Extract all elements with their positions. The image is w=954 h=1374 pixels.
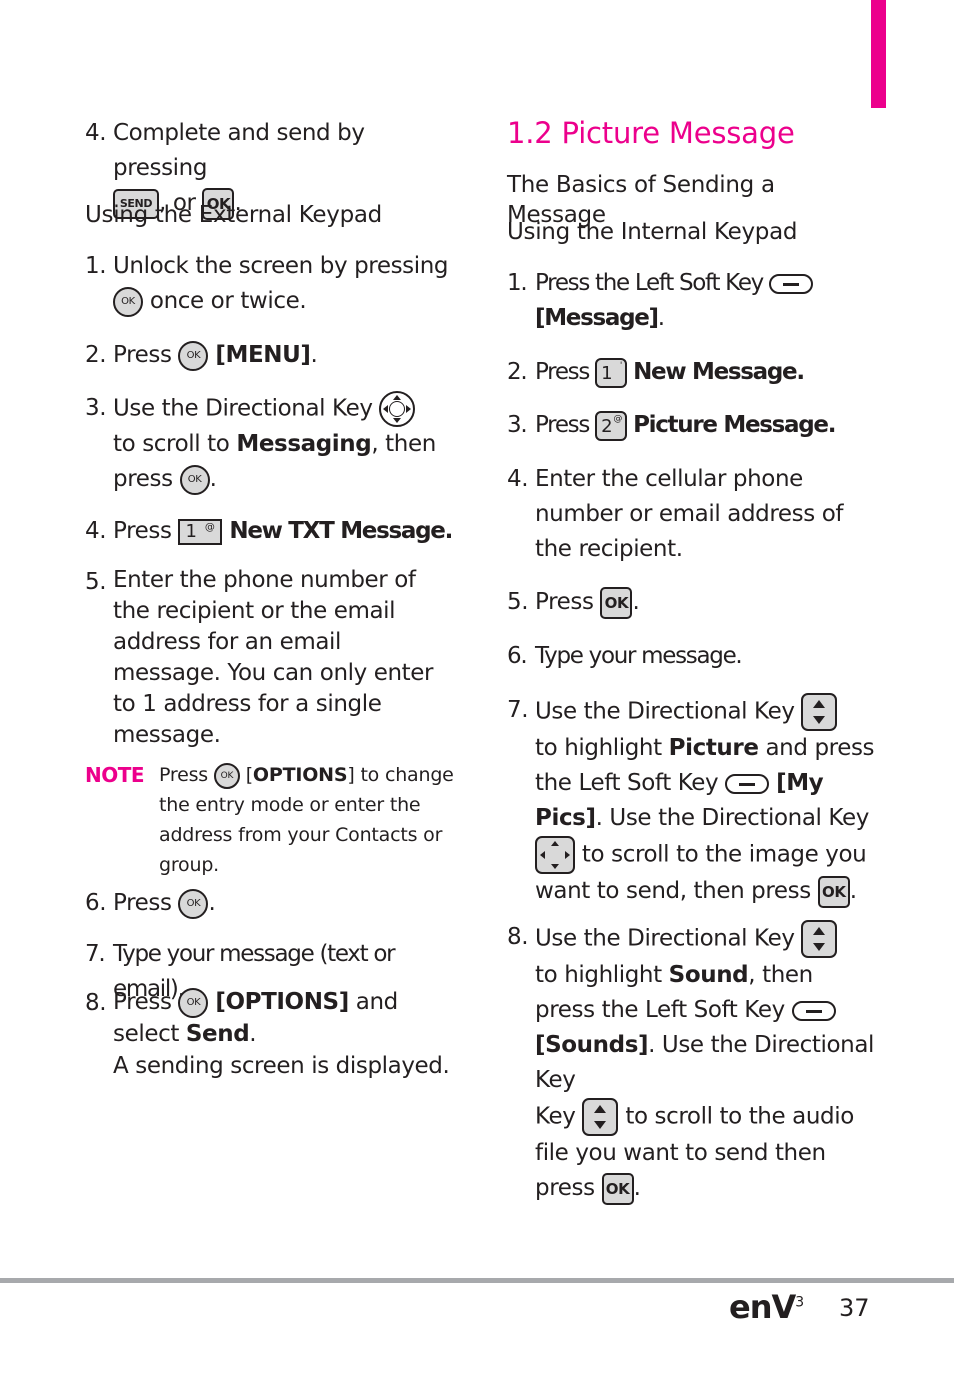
internal-step-8: 8. Use the Directional Key to highlight … <box>507 920 877 1206</box>
internal-step-4: 4. Enter the cellular phone number or em… <box>507 466 844 562</box>
up-down-key-icon <box>582 1098 619 1136</box>
external-step-1: 1. Unlock the screen by pressing OK once… <box>85 249 455 319</box>
footer-rule <box>0 1278 954 1283</box>
section-title: 1.2 Picture Message <box>507 116 795 150</box>
left-soft-key-icon <box>769 273 813 294</box>
chapter-tab-marker <box>871 0 886 108</box>
internal-step-3: 3. Press 2 @ Picture Message. <box>507 408 877 443</box>
ok-round-key-icon: OK <box>178 340 209 371</box>
ok-round-key-icon: OK <box>178 987 209 1018</box>
external-step-6: 6. Press OK. <box>85 886 455 921</box>
internal-step-6: 6. Type your message. <box>507 643 743 669</box>
internal-step-7: 7. Use the Directional Key to highlight … <box>507 693 877 909</box>
four-way-directional-key-icon <box>535 836 575 874</box>
brand-logo: enV3 <box>729 1288 804 1326</box>
ok-round-key-icon: OK <box>113 286 143 317</box>
ok-key-icon: OK <box>600 586 633 619</box>
external-step-4: 4. Press 1 @ New TXT Message. <box>85 518 453 545</box>
heading-internal-keypad: Using the Internal Keypad <box>507 219 798 245</box>
left-soft-key-icon <box>725 773 770 794</box>
external-step-3: 3. Use the Directional Key to scroll to … <box>85 391 455 497</box>
note-box: NOTE Press OK [OPTIONS] to change the en… <box>85 762 454 876</box>
ok-round-key-icon: OK <box>179 464 210 495</box>
ok-key-icon: OK <box>817 875 850 908</box>
page-number: 37 <box>839 1294 870 1322</box>
up-down-key-icon <box>801 920 838 958</box>
key-2-icon: 2 @ <box>595 410 628 441</box>
internal-step-1: 1. Press the Left Soft Key [Message]. <box>507 266 877 336</box>
key-1-icon: 1 ' <box>595 357 628 388</box>
left-soft-key-icon <box>791 1000 836 1021</box>
up-down-key-icon <box>801 693 838 731</box>
internal-step-2: 2. Press 1 ' New Message. <box>507 355 877 390</box>
external-step-5: 5. Enter the phone number of the recipie… <box>85 567 434 748</box>
ok-round-key-icon: OK <box>213 762 240 789</box>
ok-round-key-icon: OK <box>178 888 209 919</box>
internal-step-5: 5. Press OK. <box>507 585 877 620</box>
key-1-voicemail-icon: 1 @ <box>178 518 223 545</box>
heading-external-keypad: Using the External Keypad <box>85 202 382 228</box>
ok-key-icon: OK <box>601 1172 634 1205</box>
external-step-8: 8. Press OK [OPTIONS] and select Send. A… <box>85 987 450 1079</box>
external-step-2: 2. Press OK [MENU]. <box>85 338 455 373</box>
directional-key-icon <box>379 391 416 427</box>
